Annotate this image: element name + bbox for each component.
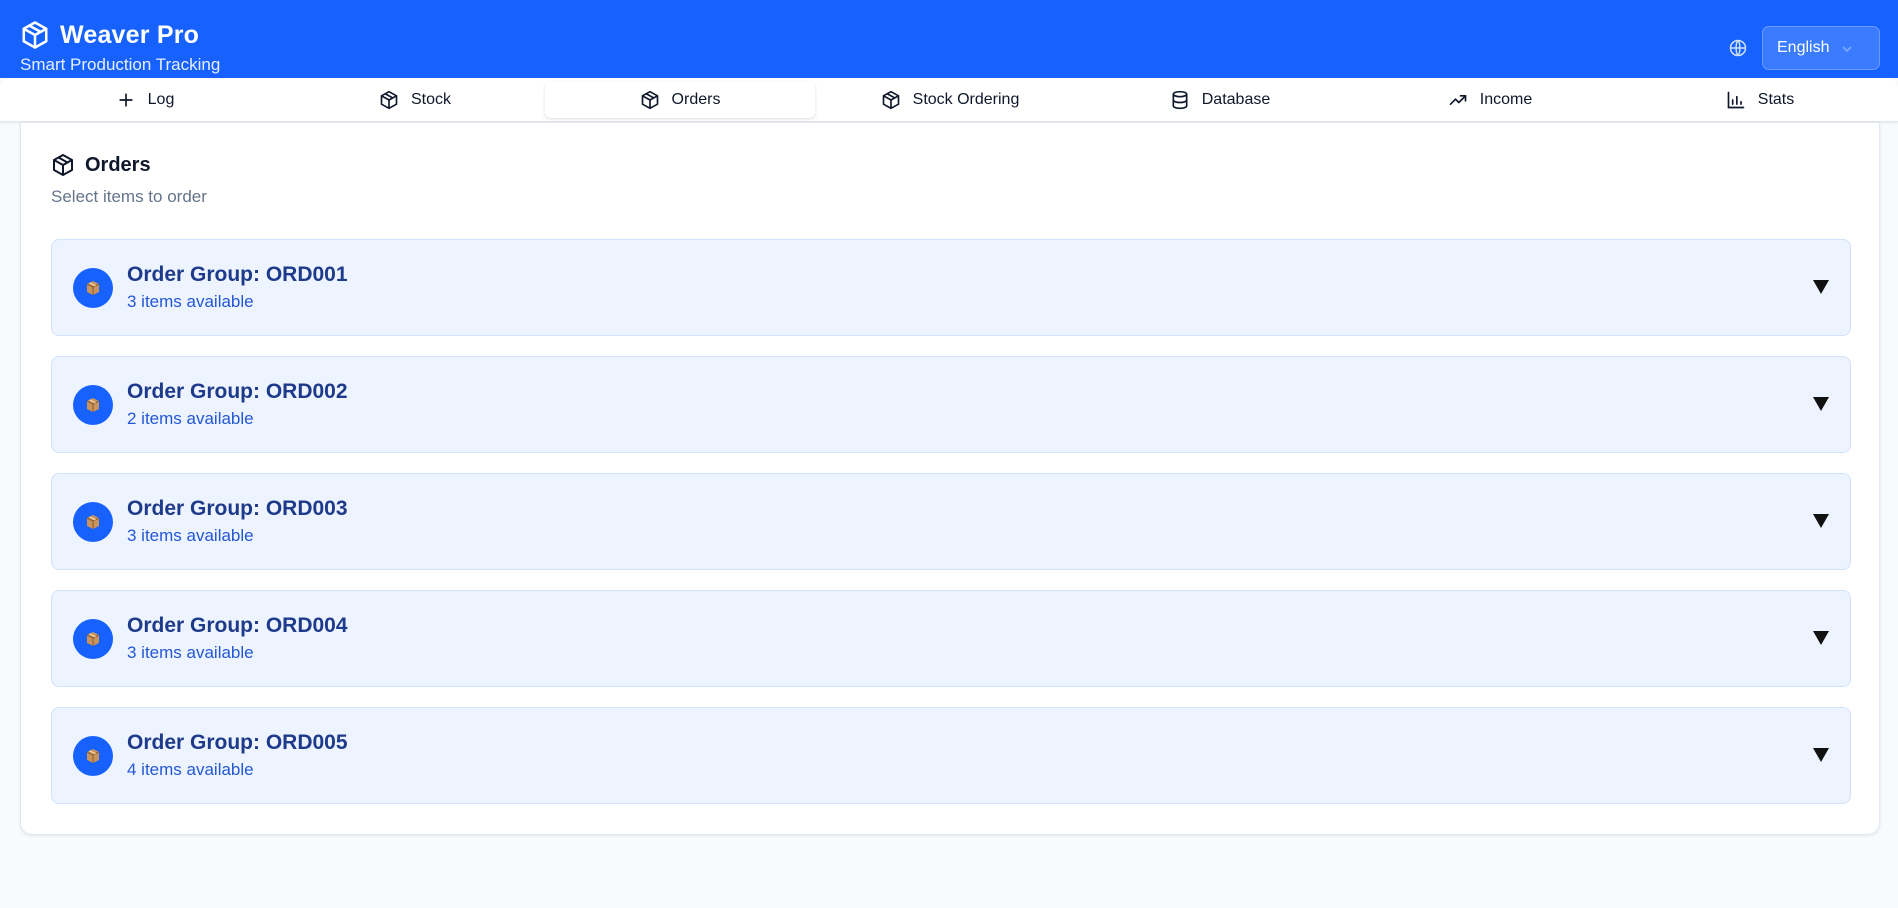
globe-icon [1728,38,1748,58]
tab-log[interactable]: Log [10,82,280,118]
package-icon [84,396,102,414]
box-icon [20,20,50,50]
tab-database[interactable]: Database [1085,82,1355,118]
app-subtitle: Smart Production Tracking [20,55,221,74]
package-badge [73,619,113,659]
database-icon [1170,90,1190,110]
package-badge [73,385,113,425]
package-icon [84,747,102,765]
tab-label: Database [1201,91,1271,108]
plus-icon [116,90,136,110]
page-subtitle: Select items to order [51,187,207,206]
order-group[interactable]: Order Group: ORD003 3 items available [51,473,1851,570]
tab-label: Stats [1757,91,1795,108]
order-group-title: Order Group: ORD002 [127,380,348,403]
order-group-title: Order Group: ORD004 [127,614,348,637]
order-group-count: 3 items available [127,643,254,662]
caret-down-icon[interactable] [1812,513,1830,529]
language-value: English [1777,39,1830,56]
main-tabs: Log Stock Orders Stock Ordering Database… [0,78,1898,122]
language-select[interactable]: English [1762,26,1880,70]
tab-label: Stock Ordering [912,91,1020,108]
tab-label: Stock [410,91,451,108]
chevron-down-icon [1841,43,1853,55]
package-badge [73,736,113,776]
brand: Weaver Pro [20,20,199,50]
box-icon [881,90,901,110]
order-group-count: 3 items available [127,526,254,545]
orders-card: Orders Select items to order Order Group… [20,122,1880,835]
tab-label: Log [147,91,175,108]
order-group[interactable]: Order Group: ORD002 2 items available [51,356,1851,453]
tab-label: Income [1479,91,1533,108]
orders-heading: Orders [51,153,151,177]
package-icon [84,630,102,648]
tab-orders[interactable]: Orders [545,82,815,118]
order-group[interactable]: Order Group: ORD004 3 items available [51,590,1851,687]
order-group-count: 4 items available [127,760,254,779]
package-icon [84,513,102,531]
order-group-title: Order Group: ORD003 [127,497,348,520]
tab-income[interactable]: Income [1355,82,1625,118]
caret-down-icon[interactable] [1812,396,1830,412]
package-icon [84,279,102,297]
caret-down-icon[interactable] [1812,279,1830,295]
package-badge [73,502,113,542]
caret-down-icon[interactable] [1812,747,1830,763]
order-group-count: 3 items available [127,292,254,311]
app-header: Weaver Pro Smart Production Tracking Eng… [0,0,1898,78]
package-badge [73,268,113,308]
order-group-title: Order Group: ORD005 [127,731,348,754]
order-group-count: 2 items available [127,409,254,428]
box-icon [51,153,75,177]
tab-stock[interactable]: Stock [280,82,550,118]
tab-stock-ordering[interactable]: Stock Ordering [815,82,1085,118]
trending-up-icon [1448,90,1468,110]
bar-chart-icon [1726,90,1746,110]
box-icon [379,90,399,110]
box-icon [640,90,660,110]
order-group[interactable]: Order Group: ORD005 4 items available [51,707,1851,804]
tab-stats[interactable]: Stats [1625,82,1895,118]
app-title: Weaver Pro [60,20,200,49]
caret-down-icon[interactable] [1812,630,1830,646]
order-group-title: Order Group: ORD001 [127,263,348,286]
tab-label: Orders [671,91,721,108]
page-title: Orders [85,153,151,176]
order-group[interactable]: Order Group: ORD001 3 items available [51,239,1851,336]
